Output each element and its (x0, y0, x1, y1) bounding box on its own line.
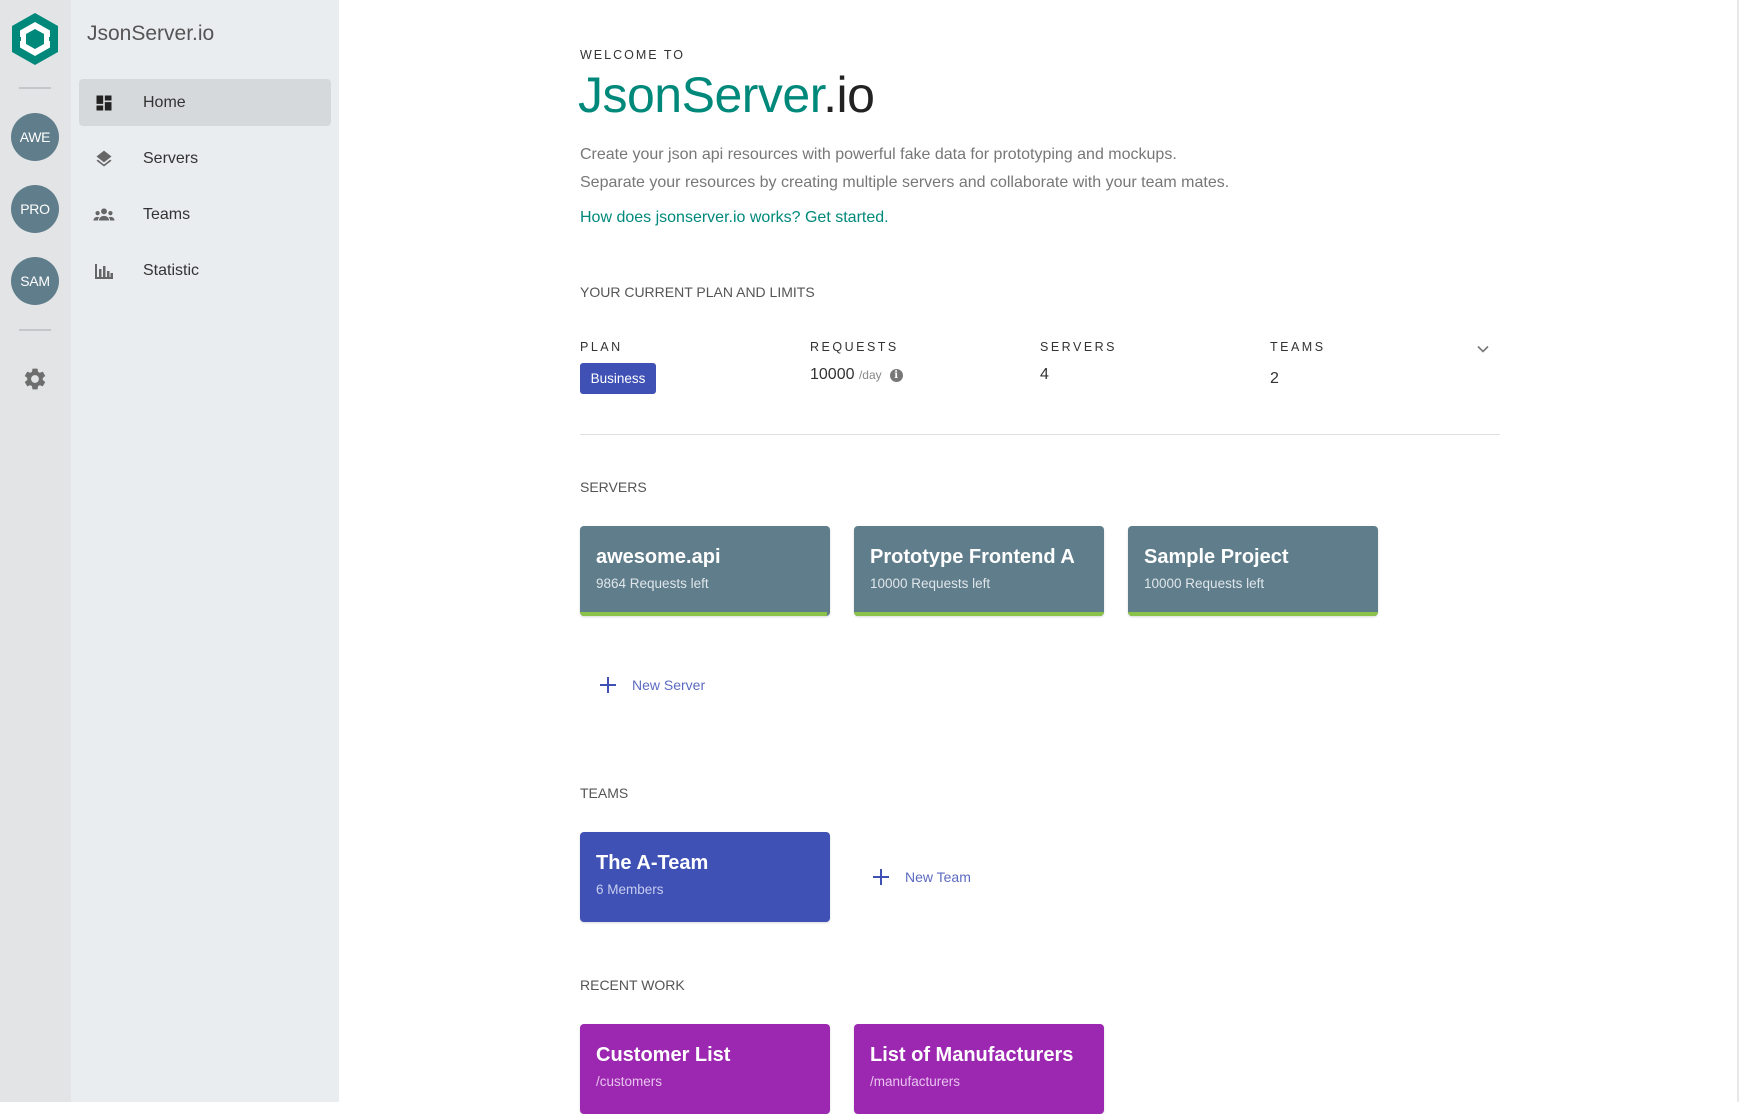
rail-divider (19, 329, 51, 331)
title-main: JsonServer (578, 67, 824, 123)
servers-count: 4 (1040, 366, 1049, 383)
server-card[interactable]: Sample Project 10000 Requests left (1128, 526, 1378, 616)
servers-header: SERVERS (1040, 340, 1118, 354)
requests-progress (580, 612, 830, 616)
scrollbar[interactable] (1737, 0, 1739, 1102)
dashboard-icon (93, 92, 115, 114)
server-name: Prototype Frontend A (870, 546, 1075, 568)
teams-header: TEAMS (1270, 340, 1326, 354)
workspace-rail: AWE PRO SAM (0, 0, 71, 1102)
requests-progress-fill (854, 612, 1104, 616)
resource-name: List of Manufacturers (870, 1044, 1074, 1066)
plus-icon (600, 677, 616, 693)
get-started-link[interactable]: How does jsonserver.io works? Get starte… (580, 209, 889, 227)
requests-progress (854, 612, 1104, 616)
requests-count: 10000 (810, 366, 855, 383)
brand-name: JsonServer.io (87, 22, 215, 45)
divider (580, 434, 1500, 435)
plan-header: PLAN (580, 340, 623, 354)
requests-header: REQUESTS (810, 340, 899, 354)
new-server-button[interactable]: New Server (600, 677, 705, 693)
sidebar-item-statistic[interactable]: Statistic (79, 247, 331, 294)
sidebar-item-label: Servers (143, 149, 199, 167)
sidebar-item-label: Teams (143, 205, 191, 223)
resource-path: /customers (596, 1074, 663, 1089)
teams-count: 2 (1270, 370, 1279, 387)
logo-icon[interactable] (10, 12, 60, 66)
server-card[interactable]: Prototype Frontend A 10000 Requests left (854, 526, 1104, 616)
requests-value: 10000 /day i (810, 366, 903, 384)
sidebar-item-label: Statistic (143, 261, 200, 279)
workspace-avatar-awe[interactable]: AWE (11, 113, 59, 161)
workspace-avatar-sam[interactable]: SAM (11, 257, 59, 305)
resource-path: /manufacturers (870, 1074, 961, 1089)
info-icon[interactable]: i (889, 369, 903, 382)
resource-name: Customer List (596, 1044, 731, 1066)
teams-section-label: TEAMS (580, 785, 629, 801)
people-icon (93, 204, 115, 226)
sidebar-item-label: Home (143, 93, 186, 111)
requests-progress (1128, 612, 1378, 616)
recent-work-card[interactable]: Customer List /customers (580, 1024, 830, 1114)
server-requests-left: 10000 Requests left (1144, 576, 1265, 591)
team-members: 6 Members (596, 882, 664, 897)
team-card[interactable]: The A-Team 6 Members (580, 832, 830, 922)
requests-progress-fill (580, 612, 827, 616)
description-line-1: Create your json api resources with powe… (580, 146, 1177, 163)
title-suffix: .io (823, 67, 875, 123)
server-requests-left: 10000 Requests left (870, 576, 991, 591)
sidebar-item-servers[interactable]: Servers (79, 135, 331, 182)
recent-work-card[interactable]: List of Manufacturers /manufacturers (854, 1024, 1104, 1114)
server-name: awesome.api (596, 546, 721, 568)
workspace-avatar-pro[interactable]: PRO (11, 185, 59, 233)
new-server-label: New Server (632, 677, 706, 693)
sidebar-item-teams[interactable]: Teams (79, 191, 331, 238)
server-card[interactable]: awesome.api 9864 Requests left (580, 526, 830, 616)
page-title: JsonServer.io (578, 66, 875, 124)
requests-progress-fill (1128, 612, 1378, 616)
chevron-down-icon[interactable] (1474, 340, 1492, 358)
server-requests-left: 9864 Requests left (596, 576, 709, 591)
description-line-2: Separate your resources by creating mult… (580, 174, 1230, 191)
new-team-button[interactable]: New Team (873, 869, 971, 885)
new-team-label: New Team (905, 869, 971, 885)
sidebar-item-home[interactable]: Home (79, 79, 331, 126)
plan-badge[interactable]: Business (580, 363, 656, 394)
welcome-label: WELCOME TO (580, 48, 685, 62)
team-name: The A-Team (596, 852, 709, 874)
requests-unit: /day (858, 368, 882, 382)
layers-icon (93, 148, 115, 170)
bar-chart-icon (93, 260, 115, 282)
server-name: Sample Project (1144, 546, 1289, 568)
plus-icon (873, 869, 889, 885)
sidebar: JsonServer.io Home Servers Teams Statist… (71, 0, 339, 1102)
servers-section-label: SERVERS (580, 479, 647, 495)
plan-section-label: YOUR CURRENT PLAN AND LIMITS (580, 284, 815, 300)
gear-icon[interactable] (22, 366, 48, 392)
recent-section-label: RECENT WORK (580, 977, 685, 993)
rail-divider (19, 87, 51, 89)
